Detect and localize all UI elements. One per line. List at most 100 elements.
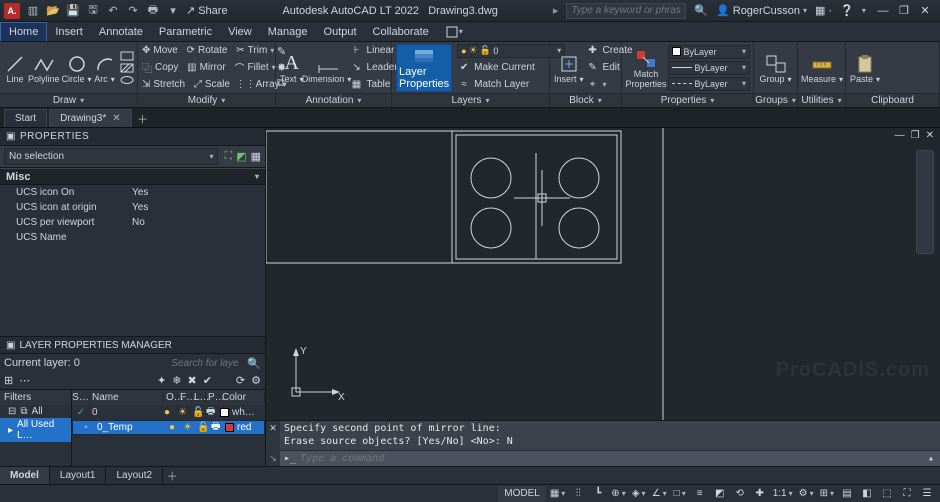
stretch-icon[interactable]: ⇲ [142, 78, 150, 92]
layer-on-icon[interactable]: ● [169, 422, 183, 433]
matchlayer-icon[interactable]: ≈ [457, 78, 471, 92]
insert-button[interactable]: Insert [554, 51, 584, 84]
redo-icon[interactable]: ↷ [126, 4, 140, 18]
copy-label[interactable]: Copy [155, 62, 178, 73]
prop-val-2[interactable]: No [132, 217, 265, 228]
status-polar-icon[interactable]: ⊕ ▾ [609, 486, 627, 502]
new-tab-button[interactable]: ＋ [134, 111, 152, 127]
match-properties-button[interactable]: MatchProperties [626, 46, 666, 89]
status-snap-icon[interactable]: ⫶⫶ [569, 486, 587, 502]
properties-header[interactable]: ▣ PROPERTIES [0, 128, 265, 146]
circle-button[interactable]: Circle [62, 51, 92, 84]
prop-val-0[interactable]: Yes [132, 187, 265, 198]
layout-tab-layout1[interactable]: Layout1 [50, 467, 107, 484]
mirror-icon[interactable]: ▥ [187, 61, 196, 75]
lpm-new-layer-icon[interactable]: ✦ [157, 374, 166, 387]
status-scale-button[interactable]: 1:1 ▾ [771, 486, 795, 502]
fillet-label[interactable]: Fillet [247, 62, 268, 73]
navigation-bar[interactable] [916, 150, 934, 254]
panel-layers-title[interactable]: Layers [451, 95, 481, 106]
text-button[interactable]: AText [280, 51, 304, 84]
fillet-icon[interactable]: ⌒ [234, 61, 244, 75]
move-icon[interactable]: ✥ [142, 44, 150, 58]
layer-freeze-icon[interactable]: ☀ [183, 422, 197, 433]
scale-icon[interactable]: ⤢ [194, 78, 202, 92]
lpm-group-filter-icon[interactable]: ⋯ [19, 374, 30, 387]
panel-properties-title[interactable]: Properties [661, 95, 707, 106]
category-misc[interactable]: Misc▾ [0, 168, 265, 185]
layer-plot-icon[interactable]: 🖶 [211, 419, 225, 436]
qat-more-icon[interactable]: ▾ [166, 4, 180, 18]
status-cleanscreen-icon[interactable]: ⛶ [898, 486, 916, 502]
layer-row-0[interactable]: ✓ 0 ● ☀ 🔓 🖶 wh… [72, 405, 265, 420]
layer-properties-button[interactable]: LayerProperties [396, 44, 452, 92]
cmd-handle-icon[interactable]: ↘ [269, 453, 277, 464]
makecurrent-icon[interactable]: ✔ [457, 61, 471, 75]
minimize-button[interactable]: — [874, 5, 892, 17]
edit-block-label[interactable]: Edit [603, 62, 620, 73]
status-grid-icon[interactable]: ▦ ▾ [548, 486, 567, 502]
filter-all[interactable]: ⊟⧉All [0, 405, 71, 418]
group-button[interactable]: Group [758, 51, 793, 84]
autodesk-app-icon[interactable]: ▦ · [815, 4, 832, 17]
tab-insert[interactable]: Insert [47, 22, 91, 41]
search-caret-icon[interactable]: ▸ [553, 4, 559, 17]
pickadd-icon[interactable]: ◩ [236, 150, 246, 163]
layer-name-cell[interactable]: 0_Temp [95, 422, 169, 433]
linear-label[interactable]: Linear [367, 45, 395, 56]
tab-annotate[interactable]: Annotate [91, 22, 151, 41]
close-button[interactable]: ✕ [916, 4, 934, 17]
status-lwt-icon[interactable]: ≡ [691, 486, 709, 502]
app-logo-icon[interactable]: A. [4, 3, 20, 19]
tab-output[interactable]: Output [316, 22, 365, 41]
arc-button[interactable]: Arc [94, 51, 116, 84]
lpm-header[interactable]: ▣LAYER PROPERTIES MANAGER [0, 336, 265, 354]
user-button[interactable]: 👤 RogerCusson ▾ [716, 4, 807, 17]
lpm-delete-layer-icon[interactable]: ✖ [187, 374, 196, 387]
layout-tab-model[interactable]: Model [0, 467, 50, 484]
help-icon[interactable]: ❔ [840, 4, 854, 17]
open-icon[interactable]: 📂 [46, 4, 60, 18]
panel-draw-title[interactable]: Draw [53, 95, 76, 106]
stretch-label[interactable]: Stretch [153, 79, 185, 90]
maximize-button[interactable]: ❐ [895, 4, 913, 17]
panel-block-title[interactable]: Block [569, 95, 593, 106]
color-dropdown[interactable]: ByLayer▾ [668, 45, 750, 59]
panel-utilities-title[interactable]: Utilities [801, 95, 833, 106]
tab-view[interactable]: View [220, 22, 260, 41]
measure-button[interactable]: Measure [802, 51, 842, 84]
layer-name-cell[interactable]: 0 [90, 407, 164, 418]
status-isolate-icon[interactable]: ◧ [858, 486, 876, 502]
lpm-new-filter-icon[interactable]: ⊞ [4, 374, 13, 387]
copy-icon[interactable]: ⿻ [142, 61, 152, 75]
lpm-refresh-icon[interactable]: ⟳ [236, 374, 245, 387]
layer-on-icon[interactable]: ● [164, 407, 178, 418]
status-units-icon[interactable]: ⊞ ▾ [818, 486, 836, 502]
prop-val-1[interactable]: Yes [132, 202, 265, 213]
status-ortho-icon[interactable]: ┗ [589, 486, 607, 502]
layer-freeze-icon[interactable]: ☀ [178, 407, 192, 418]
dimension-button[interactable]: Dimension [306, 51, 348, 84]
status-osnap-icon[interactable]: ∠ ▾ [650, 486, 669, 502]
lpm-freeze-layer-icon[interactable]: ❄ [172, 374, 181, 387]
make-current-label[interactable]: Make Current [474, 62, 535, 73]
save-icon[interactable]: 💾 [66, 4, 80, 18]
table-icon[interactable]: ▦ [350, 78, 364, 92]
new-icon[interactable]: ▥ [26, 4, 40, 18]
linear-icon[interactable]: ⊦ [350, 44, 364, 58]
lpm-settings-icon[interactable]: ⚙ [251, 374, 261, 387]
layer-lock-icon[interactable]: 🔓 [192, 407, 206, 418]
model-viewport[interactable]: — ❐ ✕ [266, 128, 940, 420]
lineweight-dropdown[interactable]: ByLayer▾ [668, 61, 750, 75]
selection-dropdown[interactable]: No selection▾ [4, 148, 218, 165]
undo-icon[interactable]: ↶ [106, 4, 120, 18]
file-tab-start[interactable]: Start [4, 109, 47, 127]
cmd-recent-icon[interactable]: ▴ [928, 453, 934, 464]
rotate-label[interactable]: Rotate [198, 45, 227, 56]
share-button[interactable]: ↗ Share [186, 4, 228, 17]
table-label[interactable]: Table [367, 79, 391, 90]
edit-block-icon[interactable]: ✎ [586, 61, 600, 75]
tab-featured[interactable]: ▾ [437, 22, 471, 41]
panel-modify-title[interactable]: Modify [188, 95, 217, 106]
status-quickprops-icon[interactable]: ▤ [838, 486, 856, 502]
